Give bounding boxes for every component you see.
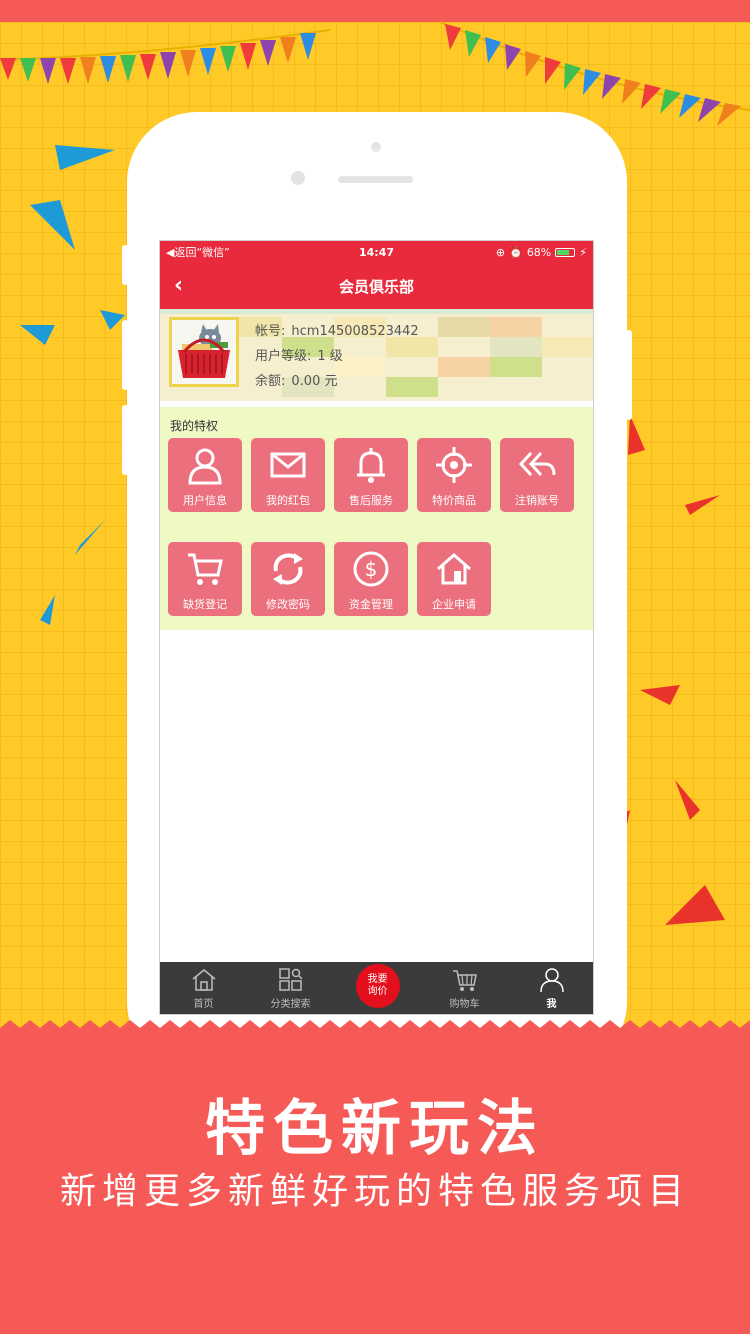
banner-headline: 特色新玩法 bbox=[205, 1094, 545, 1164]
privileges-section: 我的特权 用户信息 我的红包 售后服务 特价商品 注销账号 缺货登记 修改密码 … bbox=[160, 407, 593, 630]
home-icon bbox=[192, 968, 215, 991]
avatar[interactable] bbox=[169, 317, 239, 387]
tab-cart[interactable]: 购物车 bbox=[421, 967, 508, 1010]
tab-category-search[interactable]: 分类搜索 bbox=[247, 967, 334, 1010]
phone-mute-switch bbox=[122, 245, 128, 285]
person-icon bbox=[539, 967, 564, 992]
cancel-account-button[interactable]: 注销账号 bbox=[500, 438, 574, 512]
account-label: 帐号: bbox=[255, 324, 286, 339]
status-bar: ◀返回“微信” 14:47 ⊕ ⏰ 68% ⚡ bbox=[160, 241, 593, 263]
red-packet-button[interactable]: 我的红包 bbox=[251, 438, 325, 512]
tab-me[interactable]: 我 bbox=[508, 967, 593, 1010]
enterprise-apply-button[interactable]: 企业申请 bbox=[417, 542, 491, 616]
target-icon bbox=[436, 447, 472, 483]
level-row: 用户等级: 1 级 bbox=[255, 344, 419, 369]
out-of-stock-button[interactable]: 缺货登记 bbox=[168, 542, 242, 616]
phone-sensor bbox=[371, 142, 381, 152]
account-row: 帐号: hcm145008523442 bbox=[255, 319, 419, 344]
level-label: 用户等级: bbox=[255, 349, 312, 364]
profile-card: 帐号: hcm145008523442 用户等级: 1 级 余额: 0.00 元 bbox=[160, 309, 593, 401]
bell-icon bbox=[357, 448, 385, 483]
bunting-left-icon bbox=[0, 33, 316, 84]
phone-volume-up bbox=[122, 320, 128, 390]
balance-value: 0.00 元 bbox=[291, 374, 338, 389]
tile-label: 资金管理 bbox=[349, 598, 393, 611]
avatar-basket-icon bbox=[178, 324, 230, 378]
tab-label: 分类搜索 bbox=[270, 998, 311, 1010]
phone-speaker bbox=[338, 176, 413, 183]
phone-camera bbox=[291, 171, 305, 185]
refresh-icon bbox=[273, 553, 303, 585]
nav-bar: ‹ 会员俱乐部 bbox=[160, 263, 593, 309]
status-time: 14:47 bbox=[358, 245, 394, 259]
phone-power-button bbox=[626, 330, 632, 420]
tab-label: 首页 bbox=[193, 998, 214, 1010]
tile-label: 企业申请 bbox=[432, 598, 476, 611]
phone-volume-down bbox=[122, 405, 128, 475]
tile-label: 我的红包 bbox=[266, 494, 310, 507]
cart-icon bbox=[188, 553, 223, 585]
fund-management-button[interactable]: $ 资金管理 bbox=[334, 542, 408, 616]
balance-label: 余额: bbox=[255, 374, 286, 389]
tile-label: 售后服务 bbox=[349, 494, 393, 507]
after-sales-button[interactable]: 售后服务 bbox=[334, 438, 408, 512]
privileges-grid: 用户信息 我的红包 售后服务 特价商品 注销账号 缺货登记 修改密码 $ 资金管… bbox=[160, 438, 593, 616]
tile-label: 用户信息 bbox=[183, 494, 227, 507]
tab-label: 购物车 bbox=[449, 998, 480, 1010]
banner-subline: 新增更多新鲜好玩的特色服务项目 bbox=[59, 1171, 690, 1212]
user-info-button[interactable]: 用户信息 bbox=[168, 438, 242, 512]
account-value: hcm145008523442 bbox=[291, 324, 419, 339]
envelope-icon bbox=[270, 452, 306, 478]
privileges-label: 我的特权 bbox=[170, 419, 219, 433]
battery-icon bbox=[555, 247, 576, 257]
tab-bar: 首页 分类搜索 我要 询价 购物车 我 bbox=[160, 962, 593, 1014]
tile-label: 注销账号 bbox=[515, 494, 559, 507]
bunting-right-icon bbox=[445, 24, 741, 126]
ask-price-button[interactable]: 我要 询价 bbox=[355, 964, 400, 1008]
change-password-button[interactable]: 修改密码 bbox=[251, 542, 325, 616]
home-icon bbox=[437, 553, 471, 585]
svg-text:$: $ bbox=[365, 557, 378, 581]
page-title: 会员俱乐部 bbox=[338, 277, 414, 296]
ask-line-2: 询价 bbox=[367, 986, 388, 997]
level-value: 1 级 bbox=[317, 349, 343, 364]
tab-home[interactable]: 首页 bbox=[160, 967, 247, 1010]
profile-info: 帐号: hcm145008523442 用户等级: 1 级 余额: 0.00 元 bbox=[255, 319, 419, 394]
tile-label: 修改密码 bbox=[266, 598, 310, 611]
category-search-icon bbox=[278, 967, 303, 991]
chevron-left-icon[interactable]: ‹ bbox=[174, 273, 183, 298]
tab-ask-price[interactable]: 我要 询价 bbox=[334, 964, 421, 1012]
tile-label: 缺货登记 bbox=[183, 598, 227, 611]
special-offer-button[interactable]: 特价商品 bbox=[417, 438, 491, 512]
balance-row: 余额: 0.00 元 bbox=[255, 369, 419, 394]
tab-label: 我 bbox=[546, 998, 557, 1010]
cart-icon bbox=[452, 969, 477, 991]
dollar-icon: $ bbox=[353, 551, 389, 587]
reply-all-icon bbox=[518, 451, 556, 477]
tile-label: 特价商品 bbox=[432, 494, 476, 507]
app-screen: ◀返回“微信” 14:47 ⊕ ⏰ 68% ⚡ ‹ 会员俱乐部 帐号: hcm1… bbox=[159, 240, 594, 1015]
ask-line-1: 我要 bbox=[367, 974, 388, 985]
user-icon bbox=[188, 448, 222, 485]
